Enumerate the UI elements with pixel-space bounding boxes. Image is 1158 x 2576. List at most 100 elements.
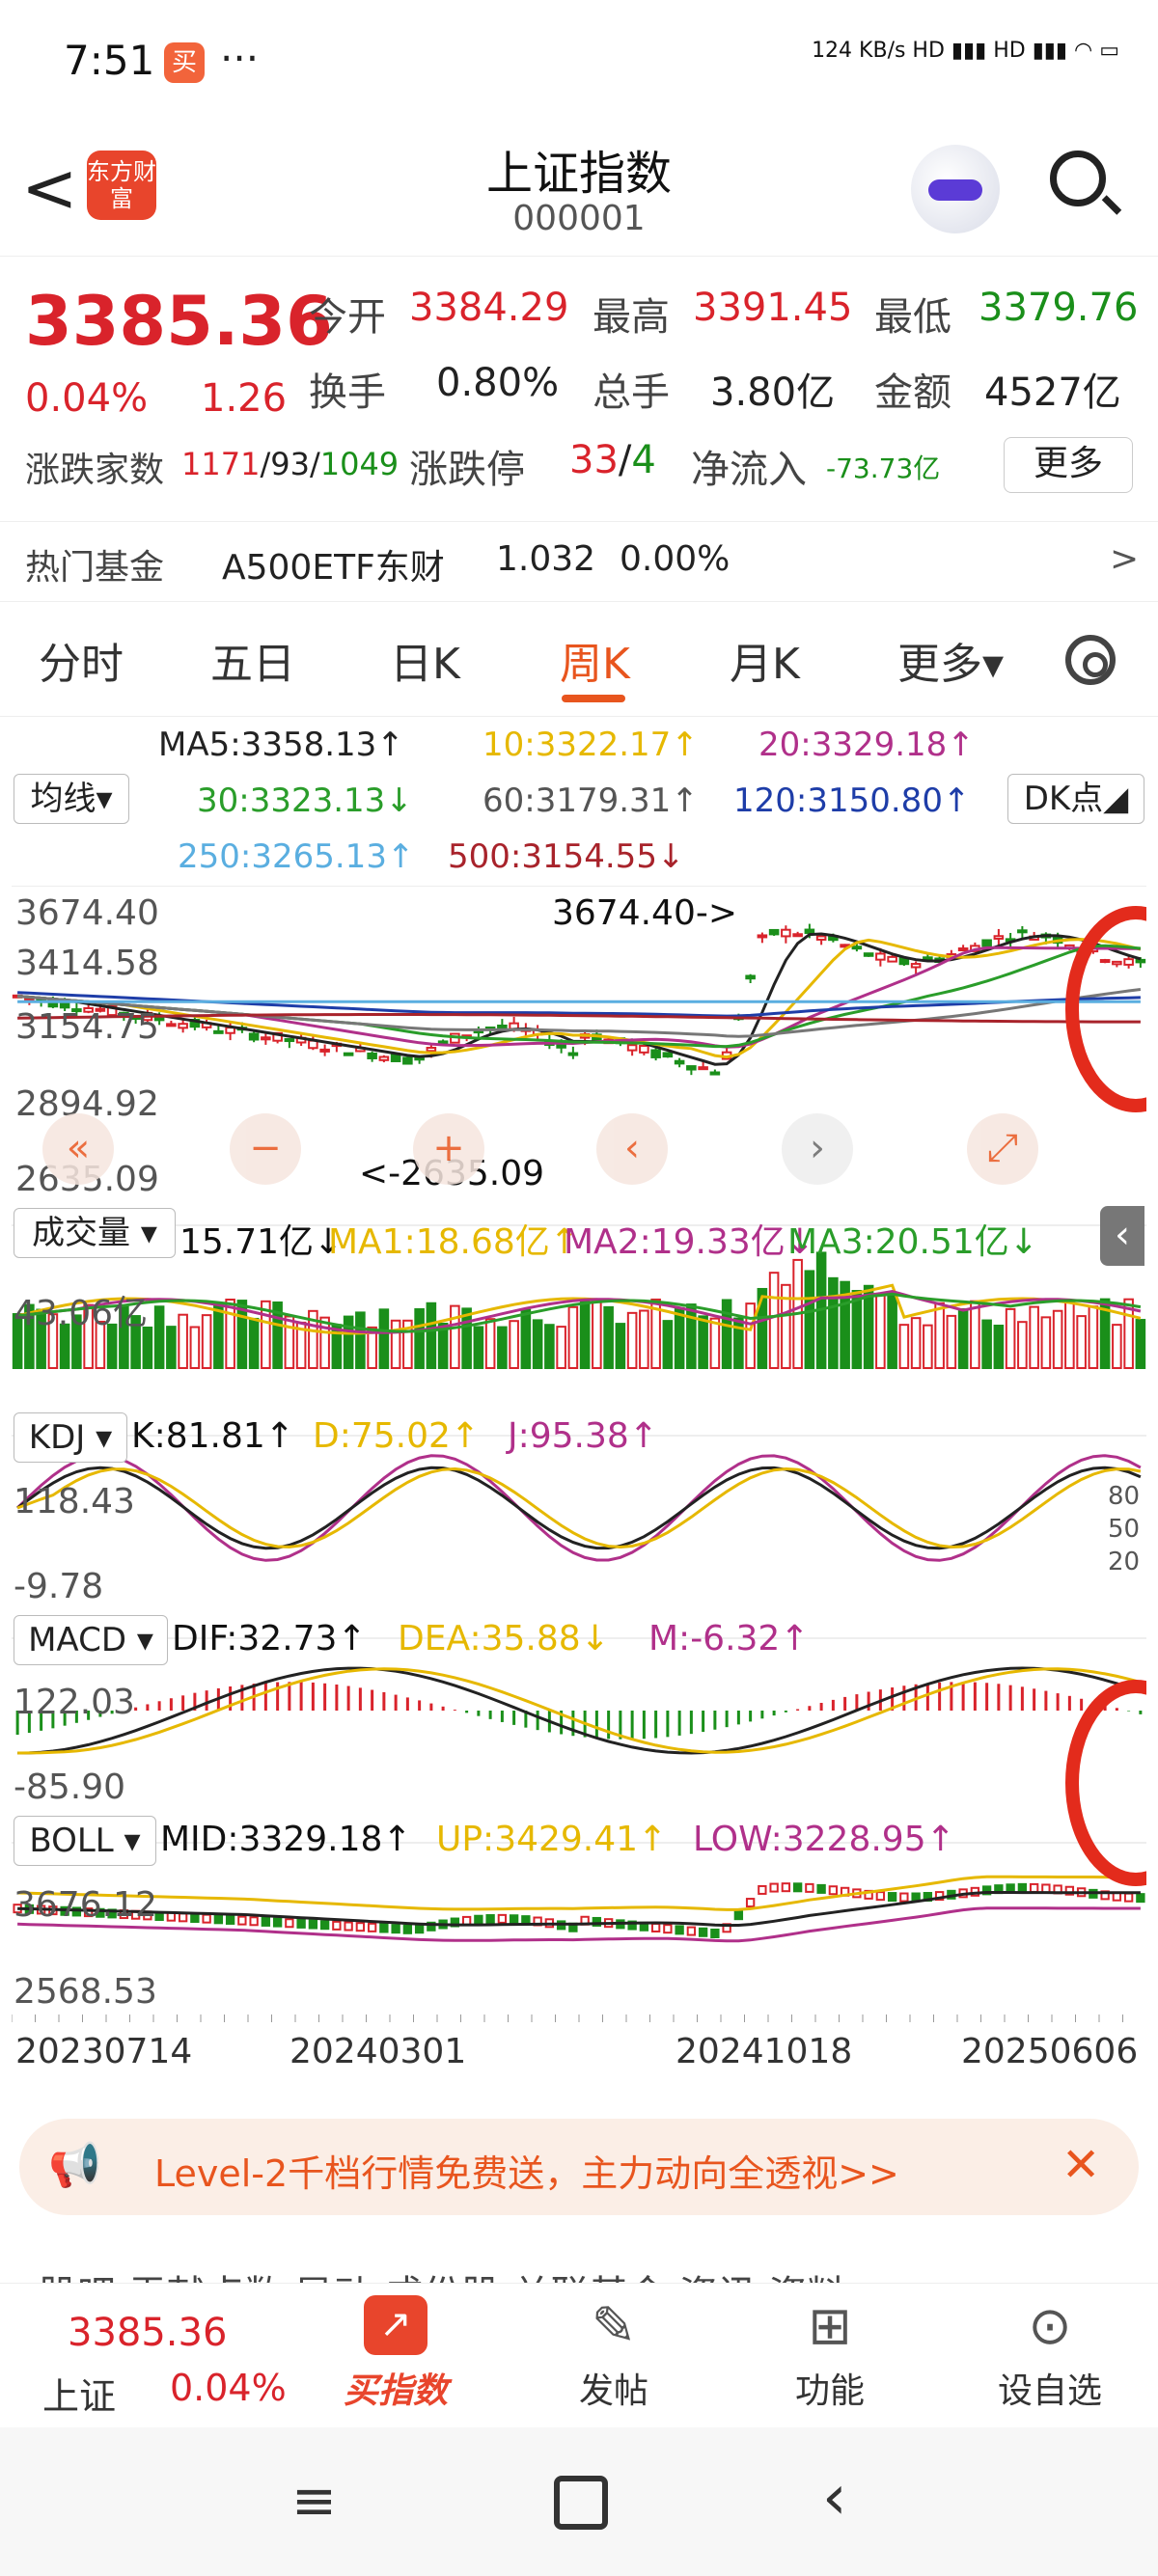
macd-dea: DEA:35.88↓ [398, 1619, 610, 1658]
tab-five-day[interactable]: 五日 [210, 629, 295, 691]
candle-body [437, 1040, 449, 1045]
volume-bar [556, 1326, 566, 1370]
boll-selector[interactable]: BOLL ▾ [14, 1816, 156, 1866]
boll-candle [1136, 1893, 1145, 1904]
tab-more[interactable]: 更多▾ [897, 629, 1004, 691]
boll-low: LOW:3228.95↑ [693, 1820, 955, 1859]
volume-bar [509, 1320, 519, 1369]
volume-bar [166, 1326, 177, 1370]
candle-body [213, 1029, 224, 1034]
volume-bar [567, 1305, 579, 1369]
volume-bar [1040, 1316, 1052, 1369]
candle-body [851, 945, 863, 950]
menu-icon[interactable]: ≡ [291, 2470, 337, 2533]
open-value: 3384.29 [409, 286, 569, 330]
volume-bar [178, 1313, 188, 1369]
search-icon[interactable] [1050, 151, 1106, 206]
boll-candle [1017, 1882, 1028, 1893]
zoom-in-icon[interactable]: + [413, 1113, 484, 1185]
settings-gear-icon[interactable] [1065, 635, 1116, 685]
volume-bar [934, 1302, 945, 1370]
volume-bar [804, 1270, 815, 1369]
volume-bar [520, 1308, 532, 1370]
volume-bar [1064, 1300, 1075, 1369]
more-button[interactable]: 更多 [1004, 437, 1133, 493]
nav-index-pct: 0.04% [170, 2367, 287, 2409]
volume-bar [946, 1314, 957, 1369]
volume-bar [461, 1307, 472, 1369]
volume-bar [686, 1303, 697, 1370]
collapse-panel-button[interactable]: ‹ [1100, 1206, 1144, 1266]
volume-selector[interactable]: 成交量 ▾ [14, 1208, 176, 1258]
back-nav-icon[interactable]: ‹ [822, 2462, 847, 2534]
macd-axis-bottom: -85.90 [14, 1768, 126, 1807]
volume-bar [1135, 1319, 1146, 1370]
boll-candle [650, 1922, 661, 1932]
ai-assistant-icon[interactable] [911, 145, 1000, 233]
boll-candle [272, 1917, 283, 1928]
boll-candle [745, 1898, 756, 1908]
period-tabs: 分时 五日 日K 周K 月K 更多▾ [0, 600, 1158, 717]
volume-bar [189, 1326, 201, 1369]
boll-candle [202, 1913, 211, 1924]
kline-chart[interactable] [12, 886, 1146, 2043]
volume-bar [887, 1294, 897, 1369]
boll-candle [710, 1928, 720, 1938]
trend-chart-icon: ↗ [364, 2295, 427, 2355]
open-label: 今开 [309, 295, 386, 340]
fullscreen-icon[interactable]: ⤢ [967, 1113, 1038, 1185]
inflow-value: -73.73亿 [826, 452, 941, 484]
ma-selector[interactable]: 均线▾ [14, 774, 129, 824]
nav-post[interactable]: ✎ 发帖 [517, 2295, 710, 2413]
ma10-value: 10:3322.17↑ [482, 726, 699, 764]
tab-intraday[interactable]: 分时 [39, 629, 124, 691]
ma120-line [17, 991, 1141, 1018]
boll-candle [887, 1892, 897, 1903]
boll-pane [12, 1842, 1146, 2022]
hot-fund-bar[interactable]: 热门基金 A500ETF东财 1.032 0.00% > [0, 521, 1158, 602]
tab-weekly-k[interactable]: 周K [560, 629, 630, 691]
volume-value: 3.80亿 [710, 370, 836, 415]
banner-text: Level-2千档行情免费送，主力动向全透视>> [154, 2152, 899, 2195]
scroll-right-icon[interactable]: › [782, 1113, 853, 1185]
kdj-k: K:81.81↑ [131, 1416, 294, 1456]
kdj-selector[interactable]: KDJ ▾ [14, 1412, 127, 1463]
boll-candle [474, 1914, 483, 1925]
amount-label: 金额 [874, 370, 951, 415]
boll-axis-top: 3676.12 [14, 1885, 157, 1925]
turnover-label: 换手 [309, 370, 386, 415]
volume-bar [615, 1323, 626, 1369]
kdj-axis-top: 118.43 [14, 1482, 135, 1521]
turnover-value: 0.80% [436, 361, 560, 405]
level2-promo-banner[interactable]: 📢 Level-2千档行情免费送，主力动向全透视>> ✕ [19, 2119, 1139, 2215]
volume-bar [910, 1317, 922, 1370]
nav-add-watchlist[interactable]: ⊙ 设自选 [953, 2295, 1146, 2413]
home-icon[interactable] [554, 2476, 608, 2530]
high-value: 3391.45 [693, 286, 853, 330]
volume-bar [213, 1304, 224, 1369]
hot-fund-price: 1.032 [496, 539, 596, 579]
scroll-left-icon[interactable]: ‹ [596, 1113, 668, 1185]
volume-bar [225, 1299, 235, 1369]
candle-body [745, 974, 756, 980]
candle-body [261, 1036, 271, 1041]
boll-candle [792, 1882, 803, 1893]
boll-candle [875, 1891, 886, 1902]
zoom-out-icon[interactable]: − [230, 1113, 301, 1185]
nav-buy-index[interactable]: ↗ 买指数 [299, 2295, 492, 2413]
scroll-left-fast-icon[interactable]: « [42, 1113, 114, 1185]
boll-candle [816, 1883, 826, 1894]
volume-bar [875, 1292, 886, 1369]
candle-body [639, 1044, 649, 1054]
tab-monthly-k[interactable]: 月K [730, 629, 800, 691]
macd-selector[interactable]: MACD ▾ [14, 1615, 168, 1665]
candle-body [1112, 960, 1122, 966]
volume-bar [1088, 1305, 1099, 1369]
close-icon[interactable]: ✕ [1062, 2138, 1100, 2192]
dk-point-toggle[interactable]: DK点◢ [1007, 774, 1144, 824]
tab-daily-k[interactable]: 日K [390, 629, 460, 691]
change-value: 1.26 [201, 376, 288, 421]
nav-function[interactable]: ⊞ 功能 [733, 2295, 926, 2413]
volume-bar [970, 1300, 980, 1369]
macd-dif: DIF:32.73↑ [172, 1619, 367, 1658]
